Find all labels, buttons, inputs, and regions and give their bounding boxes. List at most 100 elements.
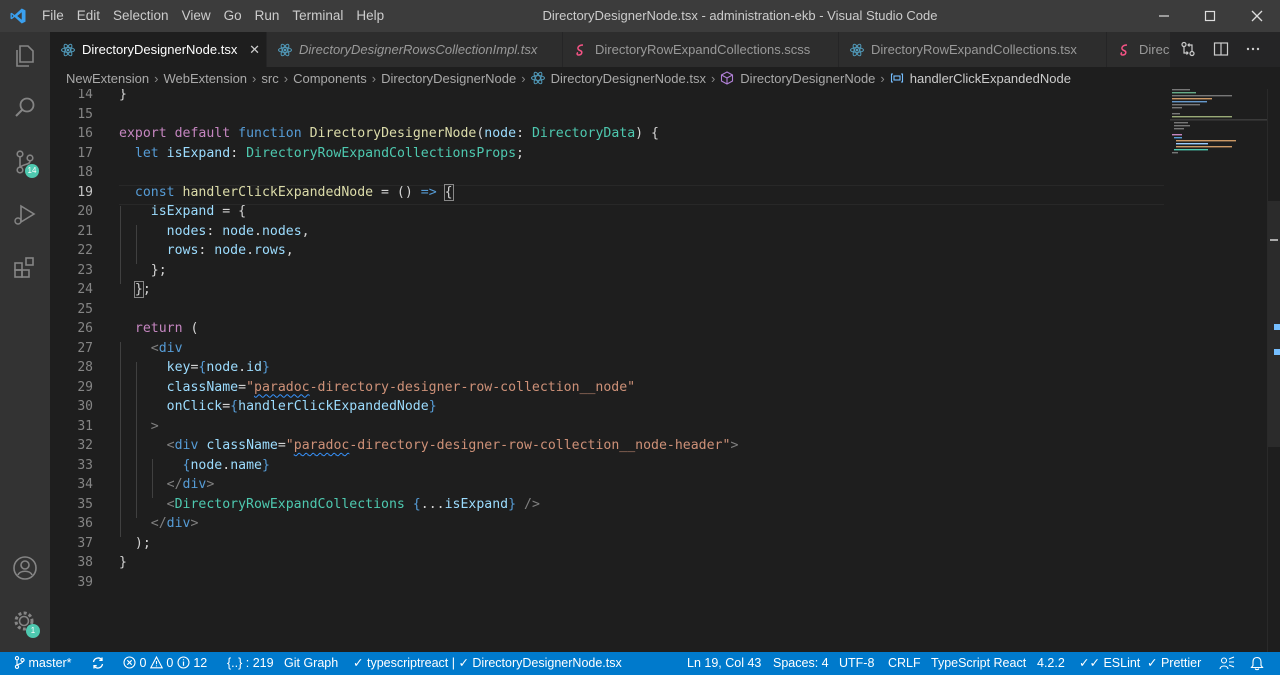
typescript-version[interactable]: 4.2.2 bbox=[1037, 652, 1065, 675]
breadcrumb-item[interactable]: DirectoryDesignerNode bbox=[381, 71, 516, 86]
breadcrumb-item[interactable]: DirectoryDesignerNode bbox=[740, 71, 875, 86]
code-line: 24 }; bbox=[50, 280, 1165, 300]
code-line: 31 > bbox=[50, 417, 1165, 437]
code-line: 14} bbox=[50, 89, 1165, 105]
breadcrumb-item[interactable]: NewExtension bbox=[66, 71, 149, 86]
extensions-icon[interactable] bbox=[11, 254, 39, 282]
cursor-position[interactable]: Ln 19, Col 43 bbox=[687, 652, 761, 675]
variable-icon bbox=[890, 73, 903, 83]
line-number: 32 bbox=[77, 438, 93, 453]
line-number: 37 bbox=[77, 535, 93, 551]
prettier-status[interactable]: ✓ Prettier bbox=[1147, 652, 1201, 675]
react-icon bbox=[850, 43, 864, 57]
language-mode[interactable]: TypeScript React bbox=[931, 652, 1026, 675]
activity-bar: 14 1 bbox=[0, 32, 50, 652]
code-line: 34 </div> bbox=[50, 475, 1165, 495]
menu-go[interactable]: Go bbox=[224, 0, 242, 32]
sync-button[interactable] bbox=[91, 652, 105, 675]
menu-help[interactable]: Help bbox=[356, 0, 384, 32]
breadcrumb-item[interactable]: DirectoryDesignerNode.tsx bbox=[551, 71, 706, 86]
scrollbar-cursor-marker bbox=[1270, 239, 1278, 241]
indentation-status[interactable]: Spaces: 4 bbox=[773, 652, 829, 675]
close-window-button[interactable] bbox=[1234, 0, 1280, 32]
react-icon bbox=[61, 43, 75, 57]
breadcrumb-item[interactable]: WebExtension bbox=[163, 71, 247, 86]
eslint-status[interactable]: ✓✓ ESLint bbox=[1079, 652, 1140, 675]
git-graph-button[interactable]: Git Graph bbox=[284, 652, 338, 675]
language-check-label: typescriptreact | ✓ DirectoryDesignerNod… bbox=[366, 656, 622, 670]
line-number: 30 bbox=[77, 399, 93, 414]
code-line: 20 isExpand = { bbox=[50, 202, 1165, 222]
menu-view[interactable]: View bbox=[182, 0, 211, 32]
language-check-status[interactable]: ✓ typescriptreact | ✓ DirectoryDesignerN… bbox=[353, 652, 622, 675]
line-number: 15 bbox=[77, 106, 93, 122]
line-number: 17 bbox=[77, 145, 93, 161]
open-changes-icon[interactable] bbox=[1180, 41, 1196, 57]
menu-selection[interactable]: Selection bbox=[113, 0, 169, 32]
breadcrumb-item[interactable]: Components bbox=[293, 71, 367, 86]
breadcrumb-item[interactable]: handlerClickExpandedNode bbox=[910, 71, 1071, 86]
line-number: 39 bbox=[77, 574, 93, 590]
manage-button[interactable]: 1 bbox=[11, 608, 40, 638]
tab-close-icon[interactable]: ✕ bbox=[249, 32, 260, 67]
close-icon bbox=[1251, 10, 1263, 22]
code-line: 27 <div bbox=[50, 339, 1165, 359]
code-editor[interactable]: 14} 15 16 export default function Directo… bbox=[50, 89, 1280, 652]
bell-icon[interactable] bbox=[1250, 656, 1264, 671]
more-actions-icon[interactable] bbox=[1245, 41, 1261, 57]
bracket-count[interactable]: {..} : 219 bbox=[227, 652, 274, 675]
feedback-icon[interactable] bbox=[1219, 656, 1235, 671]
line-number: 27 bbox=[77, 340, 93, 356]
menu-run[interactable]: Run bbox=[255, 0, 280, 32]
editor-actions bbox=[1170, 32, 1280, 67]
warning-count: 0 bbox=[166, 656, 174, 670]
tab-directory-row-expand-collections-scss[interactable]: DirectoryRowExpandCollections.scss bbox=[563, 32, 839, 67]
encoding-status[interactable]: UTF-8 bbox=[839, 652, 874, 675]
info-count: 12 bbox=[193, 656, 208, 670]
code-line: 16 export default function DirectoryDesig… bbox=[50, 124, 1165, 144]
check-icon: ✓ bbox=[1147, 656, 1158, 670]
line-number: 34 bbox=[77, 477, 93, 492]
maximize-button[interactable] bbox=[1187, 0, 1233, 32]
menu-edit[interactable]: Edit bbox=[77, 0, 100, 32]
menu-file[interactable]: File bbox=[42, 0, 64, 32]
tab-directory-designer-node[interactable]: DirectoryDesignerNode.tsx ✕ bbox=[50, 32, 267, 67]
eol-status[interactable]: CRLF bbox=[888, 652, 921, 675]
code-line: 15 bbox=[50, 105, 1165, 125]
source-control-button[interactable]: 14 bbox=[11, 148, 39, 178]
line-number: 22 bbox=[77, 243, 93, 258]
settings-badge: 1 bbox=[26, 624, 40, 638]
menu-terminal[interactable]: Terminal bbox=[292, 0, 343, 32]
scrollbar-info-marker bbox=[1274, 324, 1280, 330]
breadcrumb-item[interactable]: src bbox=[261, 71, 278, 86]
chevron-right-icon: › bbox=[710, 70, 716, 86]
editor-tab-bar: DirectoryDesignerNode.tsx ✕ DirectoryDes… bbox=[50, 32, 1280, 67]
line-number: 16 bbox=[77, 126, 93, 141]
info-icon bbox=[177, 656, 190, 669]
minimize-button[interactable] bbox=[1141, 0, 1187, 32]
branch-status[interactable]: master* bbox=[14, 652, 72, 675]
code-line: 29 className="paradoc-directory-designer… bbox=[50, 378, 1165, 398]
tab-directory-designer-rows-collection-impl[interactable]: DirectoryDesignerRowsCollectionImpl.tsx bbox=[267, 32, 563, 67]
problems-status[interactable]: 0 0 12 bbox=[123, 652, 207, 675]
code-line: 36 </div> bbox=[50, 514, 1165, 534]
vertical-scrollbar[interactable] bbox=[1267, 89, 1280, 652]
explorer-icon[interactable] bbox=[11, 42, 39, 70]
search-icon[interactable] bbox=[11, 94, 39, 122]
split-editor-icon[interactable] bbox=[1213, 41, 1229, 57]
react-icon bbox=[278, 43, 292, 57]
cube-icon bbox=[721, 71, 734, 85]
tab-label: DirectoryDesignerNode.tsx bbox=[82, 42, 238, 57]
git-branch-icon bbox=[14, 656, 25, 669]
status-bar: master* 0 0 12 {..} : 219 Git Graph ✓ ty… bbox=[0, 652, 1280, 675]
code-line: 19 const handlerClickExpandedNode = () =… bbox=[50, 183, 1165, 203]
minimap[interactable] bbox=[1170, 89, 1267, 652]
run-debug-icon[interactable] bbox=[11, 200, 39, 228]
tab-directory-row-expand-collections-tsx[interactable]: DirectoryRowExpandCollections.tsx bbox=[839, 32, 1107, 67]
line-number: 21 bbox=[77, 223, 93, 239]
code-line: 22 rows: node.rows, bbox=[50, 241, 1165, 261]
code-line: 30 onClick={handlerClickExpandedNode} bbox=[50, 397, 1165, 417]
prettier-label: Prettier bbox=[1160, 656, 1202, 670]
line-number: 18 bbox=[77, 165, 93, 180]
accounts-icon[interactable] bbox=[11, 554, 39, 582]
